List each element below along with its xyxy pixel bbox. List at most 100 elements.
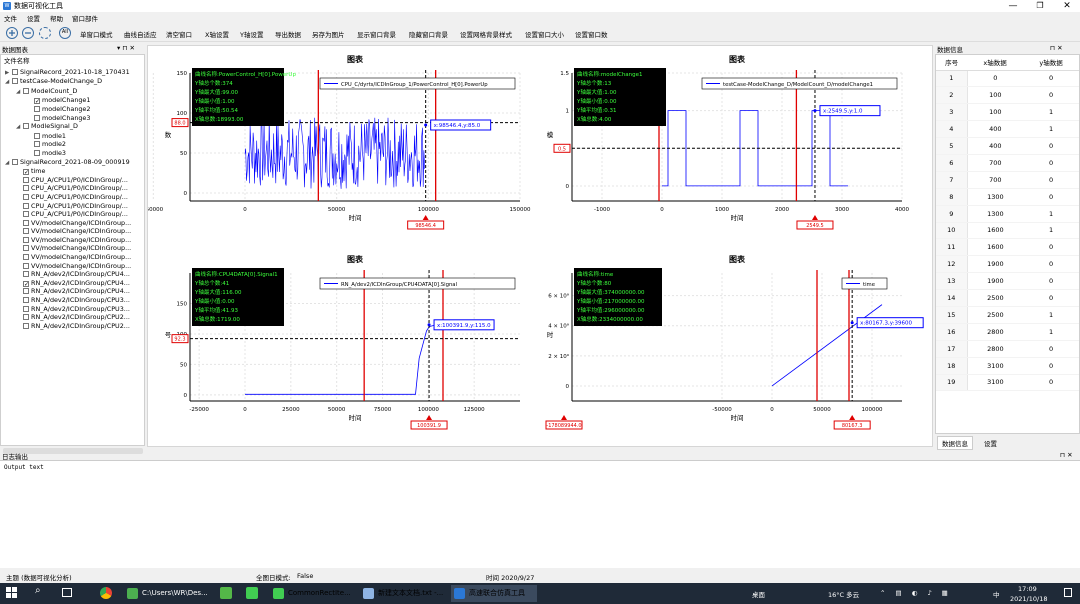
table-row[interactable]: 10 1600 1 [936, 222, 1079, 240]
table-row[interactable]: 12 1900 0 [936, 255, 1079, 274]
expand-arrow-icon[interactable]: ◢ [16, 88, 23, 97]
chart-2[interactable]: 图表-10000100020003000400000.511.5时间模0.525… [540, 46, 932, 246]
toolbar-button-4[interactable]: Y轴设置 [240, 29, 263, 39]
toolbar-button-8[interactable]: 隐藏窗口背景 [409, 29, 448, 39]
tree-item[interactable]: ▶ SignalRecord_2021-10-18_170431 [1, 68, 144, 78]
tree-item[interactable]: modelChange3 [1, 114, 144, 123]
tree-item[interactable]: VV/modelChange/ICDInGroup... [1, 253, 144, 262]
menu-settings[interactable]: 设置 [27, 13, 40, 23]
chart-4[interactable]: 图表 -50000 0 50000 100000 0 2 × 10⁹ 4 × 10⁹ 6 × 1… [540, 246, 932, 446]
weather-widget[interactable]: 16°C 多云 [828, 589, 859, 599]
tree-item[interactable]: RN_A/dev2/ICDInGroup/CPU3... [1, 305, 144, 314]
tree-item[interactable]: VV/modelChange/ICDInGroup... [1, 219, 144, 228]
log-controls-icon[interactable]: ⊓ ✕ [1060, 451, 1073, 460]
desktop-toolbar[interactable]: 桌面 [752, 589, 765, 599]
tree-item[interactable]: RN_A/dev2/ICDInGroup/CPU2... [1, 322, 144, 331]
tree-item[interactable]: VV/modelChange/ICDInGroup... [1, 262, 144, 271]
table-row[interactable]: 2 100 0 [936, 86, 1079, 105]
tree-item[interactable]: RN_A/dev2/ICDInGroup/CPU4... [1, 270, 144, 279]
expand-arrow-icon[interactable]: ◢ [5, 78, 12, 87]
menu-file[interactable]: 文件 [4, 13, 17, 23]
toolbar-button-1[interactable]: 曲线自适应 [124, 29, 157, 39]
table-row[interactable]: 18 3100 0 [936, 357, 1079, 375]
expand-arrow-icon[interactable]: ◢ [5, 159, 12, 168]
clock-time[interactable]: 17:09 [1018, 585, 1037, 593]
tab-data-info[interactable]: 数据信息 [937, 436, 973, 450]
tree-checkbox[interactable] [12, 78, 18, 85]
tab-settings[interactable]: 设置 [980, 437, 1001, 449]
qt-icon[interactable] [246, 587, 258, 599]
ime-indicator[interactable]: 中 [993, 589, 1000, 599]
taskbar-app-qtcreator[interactable]: CommonRectIte... [270, 585, 354, 602]
wechat-icon[interactable] [220, 587, 232, 599]
table-row[interactable]: 13 1900 0 [936, 272, 1079, 291]
tree-checkbox[interactable]: ✓ [23, 280, 29, 287]
tree-checkbox[interactable] [23, 271, 29, 278]
tree-checkbox[interactable] [34, 114, 40, 121]
tree-checkbox[interactable] [23, 185, 29, 192]
tree-checkbox[interactable] [23, 228, 29, 235]
toolbar-button-10[interactable]: 设置窗口大小 [525, 29, 564, 39]
log-output[interactable]: Output text [0, 460, 1080, 568]
tree-checkbox[interactable] [23, 288, 29, 295]
toolbar-button-7[interactable]: 显示窗口背景 [357, 29, 396, 39]
tree-item[interactable]: CPU_A/CPU1/P0/ICDInGroup/... [1, 202, 144, 211]
tree-item[interactable]: ◢ testCase-ModelChange_D [1, 77, 144, 87]
zoom-out-icon[interactable] [22, 27, 34, 39]
tree-checkbox[interactable] [23, 123, 29, 130]
table-row[interactable]: 16 2800 1 [936, 323, 1079, 341]
notification-icon[interactable] [1064, 588, 1072, 597]
tree-item[interactable]: CPU_A/CPU1/P0/ICDInGroup/... [1, 193, 144, 202]
tray-icons[interactable]: ⌃ ▤ ◐ ♪ ▦ [880, 589, 952, 597]
all-icon[interactable]: All [59, 27, 71, 39]
refresh-icon[interactable] [39, 27, 51, 39]
table-row[interactable]: 9 1300 1 [936, 205, 1079, 223]
table-row[interactable]: 19 3100 0 [936, 374, 1079, 392]
tree-item[interactable]: ✓ modelChange1 [1, 96, 144, 105]
zoom-in-icon[interactable] [6, 27, 18, 39]
tree-checkbox[interactable] [23, 305, 29, 312]
tree-item[interactable]: CPU_A/CPU1/P0/ICDInGroup/... [1, 184, 144, 193]
tree-item[interactable]: RN_A/dev2/ICDInGroup/CPU4... [1, 287, 144, 296]
tree-item[interactable]: ◢ SignalRecord_2021-08-09_000919 [1, 158, 144, 168]
table-row[interactable]: 15 2500 1 [936, 306, 1079, 324]
dock-controls-icon[interactable]: ⊓ ✕ [1050, 44, 1063, 53]
tree-checkbox[interactable] [23, 202, 29, 209]
taskbar-app-explorer[interactable]: C:\Users\WR\Des... [124, 585, 210, 602]
table-row[interactable]: 7 700 0 [936, 171, 1079, 189]
tree-checkbox[interactable] [23, 254, 29, 261]
table-row[interactable]: 11 1600 0 [936, 238, 1079, 257]
tree-checkbox[interactable] [23, 87, 29, 94]
search-icon[interactable]: ⌕ [35, 585, 41, 596]
table-row[interactable]: 8 1300 0 [936, 188, 1079, 206]
tree-item[interactable]: VV/modelChange/ICDInGroup... [1, 236, 144, 245]
chart-3[interactable]: 图表 -25000 0 25000 50000 75000 100000 125000 0 50 1… [148, 246, 540, 446]
tree-item[interactable]: ✓ RN_A/dev2/ICDInGroup/CPU4... [1, 279, 144, 288]
tree-checkbox[interactable] [23, 297, 29, 304]
toolbar-button-2[interactable]: 清空窗口 [166, 29, 192, 39]
tree-item[interactable]: VV/modelChange/ICDInGroup... [1, 244, 144, 253]
table-row[interactable]: 3 100 1 [936, 103, 1079, 122]
tree-checkbox[interactable] [23, 322, 29, 329]
task-view-icon[interactable] [62, 588, 72, 597]
table-row[interactable]: 4 400 1 [936, 120, 1079, 139]
table-row[interactable]: 100 [936, 70, 1079, 88]
tree-checkbox[interactable] [23, 219, 29, 226]
tree-item[interactable]: VV/modelChange/ICDInGroup... [1, 227, 144, 236]
table-row[interactable]: 5 400 0 [936, 137, 1079, 155]
table-row[interactable]: 17 2800 0 [936, 340, 1079, 358]
maximize-button[interactable]: ❐ [1027, 0, 1053, 12]
toolbar-button-0[interactable]: 单窗口模式 [80, 29, 113, 39]
tree-checkbox[interactable] [23, 262, 29, 269]
expand-arrow-icon[interactable]: ▶ [5, 69, 12, 78]
tree-checkbox[interactable]: ✓ [23, 169, 29, 176]
tree-item[interactable]: modle1 [1, 132, 144, 141]
windows-start-icon[interactable] [6, 587, 17, 598]
tree-item[interactable]: modle3 [1, 149, 144, 158]
taskbar-app-notepad[interactable]: 新建文本文档.txt -... [360, 585, 446, 602]
toolbar-button-5[interactable]: 导出数据 [275, 29, 301, 39]
tree-item[interactable]: modelChange2 [1, 105, 144, 114]
tree-checkbox[interactable] [34, 105, 40, 112]
taskbar-app-sim-tool[interactable]: 高速联合仿真工具 [451, 585, 537, 602]
table-row[interactable]: 14 2500 0 [936, 289, 1079, 307]
